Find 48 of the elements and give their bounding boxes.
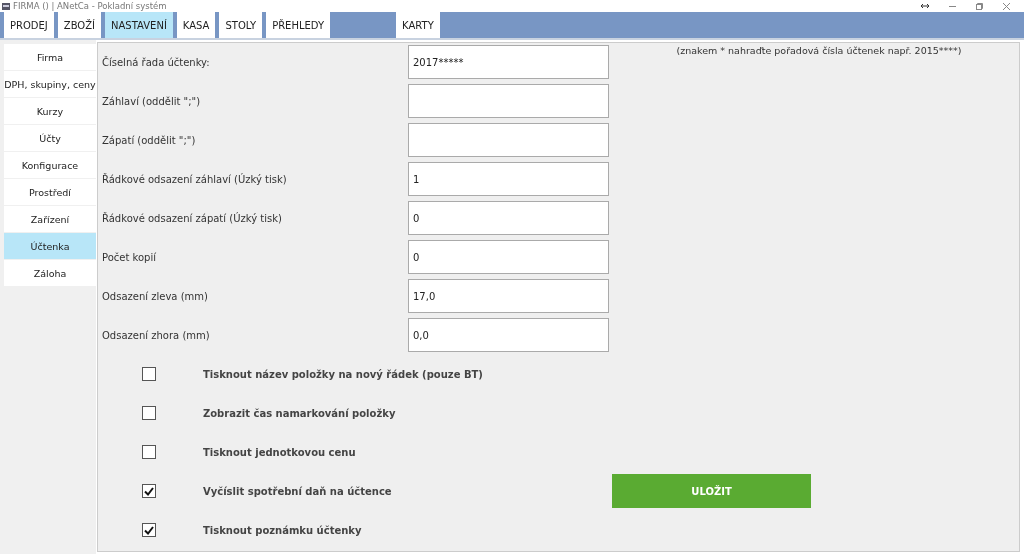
hint-text: (znakem * nahraďte pořadová čísla účtenek např. 2015****) bbox=[675, 45, 963, 58]
app-icon bbox=[2, 2, 10, 10]
nav-tab[interactable]: ZBOŽÍ bbox=[57, 12, 102, 38]
checkbox[interactable] bbox=[142, 406, 156, 420]
field-label: Číselná řada účtenky: bbox=[101, 56, 211, 68]
sidebar-item[interactable]: Kurzy bbox=[4, 98, 96, 124]
nav-tab[interactable]: PRODEJ bbox=[4, 12, 54, 38]
option-label: Tisknout název položky na nový řádek (pouze BT) bbox=[203, 368, 483, 380]
nav-tab[interactable]: KASA bbox=[176, 12, 216, 38]
option-label: Tisknout jednotkovou cenu bbox=[203, 446, 356, 458]
option-label: Tisknout poznámku účtenky bbox=[203, 524, 362, 536]
option-label: Zobrazit čas namarkování položky bbox=[203, 407, 396, 419]
input-field[interactable] bbox=[408, 84, 609, 118]
field-label: Odsazení zleva (mm) bbox=[101, 290, 209, 302]
field-label: Počet kopií bbox=[101, 251, 157, 263]
input-field[interactable]: 0 bbox=[408, 201, 609, 235]
nav-tab[interactable]: STOLY bbox=[219, 12, 263, 38]
nav-tab[interactable]: PŘEHLEDY bbox=[266, 12, 331, 38]
sidebar-item[interactable]: Firma bbox=[4, 44, 96, 70]
field-label: Řádkové odsazení záhlaví (Úzký tisk) bbox=[101, 173, 288, 185]
sidebar-item[interactable]: Účtenka bbox=[4, 233, 96, 259]
input-field[interactable] bbox=[408, 123, 609, 157]
nav-tab[interactable]: NASTAVENÍ bbox=[105, 12, 173, 38]
resize-arrows-icon[interactable] bbox=[921, 4, 929, 8]
checkbox[interactable] bbox=[142, 445, 156, 459]
field-label: Odsazení zhora (mm) bbox=[101, 329, 211, 341]
input-field[interactable]: 1 bbox=[408, 162, 609, 196]
sidebar-item[interactable]: DPH, skupiny, ceny bbox=[4, 71, 96, 97]
input-field[interactable]: 0,0 bbox=[408, 318, 609, 352]
close-icon[interactable] bbox=[1003, 2, 1010, 10]
field-label: Záhlaví (oddělit ";") bbox=[101, 95, 202, 107]
maximize-icon[interactable] bbox=[976, 2, 983, 10]
input-field[interactable]: 17,0 bbox=[408, 279, 609, 313]
sidebar-item[interactable]: Záloha bbox=[4, 260, 96, 286]
minimize-icon[interactable] bbox=[949, 5, 956, 7]
sidebar-item[interactable]: Konfigurace bbox=[4, 152, 96, 178]
sidebar-item[interactable]: Účty bbox=[4, 125, 96, 151]
checkbox[interactable] bbox=[142, 523, 156, 537]
option-label: Vyčíslit spotřební daň na účtence bbox=[203, 485, 392, 497]
checkbox[interactable] bbox=[142, 367, 156, 381]
sidebar-item[interactable]: Prostředí bbox=[4, 179, 96, 205]
field-label: Řádkové odsazení zápatí (Úzký tisk) bbox=[101, 212, 283, 224]
window-title: FIRMA () | ANetCa - Pokladní systém bbox=[13, 0, 168, 12]
input-field[interactable]: 0 bbox=[408, 240, 609, 274]
input-field[interactable]: 2017***** bbox=[408, 45, 609, 79]
sidebar-item[interactable]: Zařízení bbox=[4, 206, 96, 232]
checkbox[interactable] bbox=[142, 484, 156, 498]
field-label: Zápatí (oddělit ";") bbox=[101, 134, 197, 146]
